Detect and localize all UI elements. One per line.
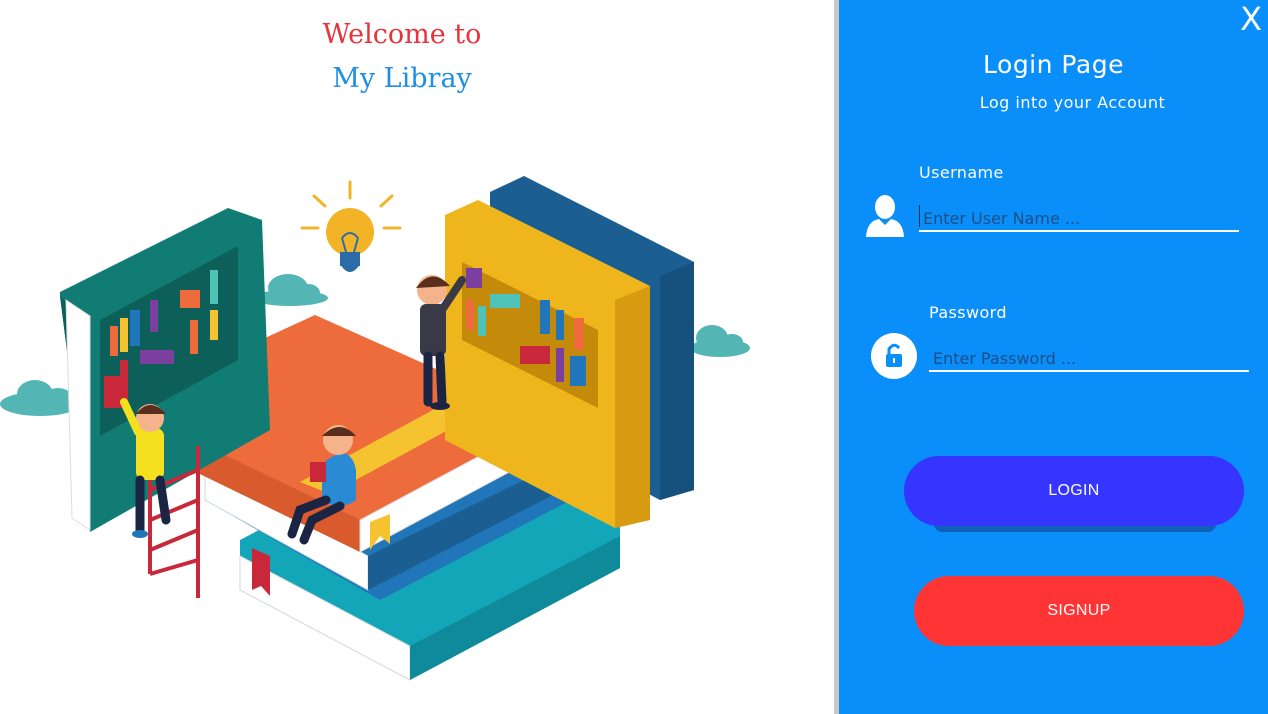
signup-button[interactable]: SIGNUP bbox=[914, 576, 1244, 646]
login-panel: X Login Page Log into your Account Usern… bbox=[839, 0, 1268, 714]
login-button[interactable]: LOGIN bbox=[904, 456, 1244, 526]
cloud-right bbox=[690, 325, 750, 357]
login-title: Login Page bbox=[983, 50, 1124, 79]
library-illustration bbox=[0, 176, 750, 681]
user-icon bbox=[866, 195, 904, 237]
lightbulb-icon bbox=[300, 180, 402, 272]
password-label: Password bbox=[929, 303, 1007, 322]
close-button[interactable]: X bbox=[1240, 0, 1262, 38]
text-caret bbox=[919, 205, 920, 227]
lock-icon bbox=[871, 333, 917, 379]
password-input[interactable] bbox=[929, 346, 1249, 372]
welcome-pane: Welcome to My Libray bbox=[0, 0, 834, 714]
username-input[interactable] bbox=[919, 206, 1239, 232]
login-subtitle: Log into your Account bbox=[979, 93, 1166, 112]
username-label: Username bbox=[919, 163, 1004, 182]
